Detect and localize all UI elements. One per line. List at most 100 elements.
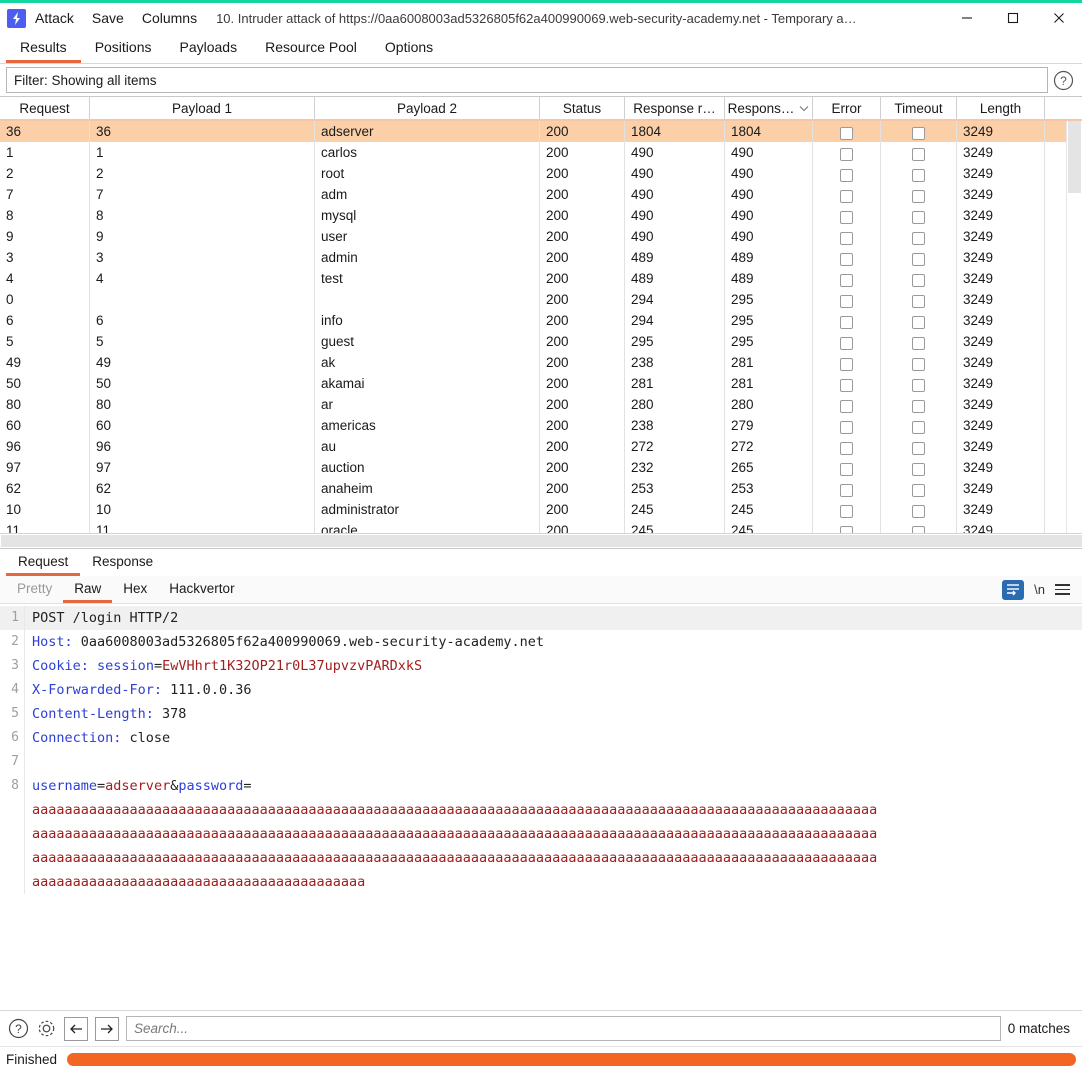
tab-options[interactable]: Options [371,33,447,63]
table-row[interactable]: 4 4 test 200 489 489 3249 [0,268,1082,289]
table-row[interactable]: 5 5 guest 200 295 295 3249 [0,331,1082,352]
password-payload-text[interactable]: aaaaaaaaaaaaaaaaaaaaaaaaaaaaaaaaaaaaaaaa… [25,870,365,894]
timeout-checkbox-icon[interactable] [912,190,925,204]
minimize-icon[interactable] [944,3,990,33]
request-line-content[interactable]: Connection: close [25,726,170,750]
cell-timeout-checkbox[interactable] [881,226,957,247]
timeout-checkbox-icon[interactable] [912,295,925,309]
request-line-content[interactable]: Cookie: session=EwVHhrt1K32OP21r0L37upvz… [25,654,422,678]
cell-error-checkbox[interactable] [813,268,881,289]
menu-columns[interactable]: Columns [133,8,206,28]
table-row[interactable]: 7 7 adm 200 490 490 3249 [0,184,1082,205]
cell-error-checkbox[interactable] [813,247,881,268]
cell-timeout-checkbox[interactable] [881,121,957,142]
error-checkbox-icon[interactable] [840,400,853,414]
timeout-checkbox-icon[interactable] [912,358,925,372]
column-header-status[interactable]: Status [540,97,625,119]
error-checkbox-icon[interactable] [840,190,853,204]
cell-error-checkbox[interactable] [813,415,881,436]
table-row[interactable]: 1 1 carlos 200 490 490 3249 [0,142,1082,163]
timeout-checkbox-icon[interactable] [912,253,925,267]
error-checkbox-icon[interactable] [840,337,853,351]
search-prev-button[interactable] [64,1016,88,1041]
table-row[interactable]: 97 97 auction 200 232 265 3249 [0,457,1082,478]
table-row[interactable]: 49 49 ak 200 238 281 3249 [0,352,1082,373]
cell-error-checkbox[interactable] [813,226,881,247]
cell-timeout-checkbox[interactable] [881,415,957,436]
cell-error-checkbox[interactable] [813,289,881,310]
error-checkbox-icon[interactable] [840,358,853,372]
gear-icon[interactable] [36,1018,57,1039]
cell-error-checkbox[interactable] [813,142,881,163]
cell-timeout-checkbox[interactable] [881,394,957,415]
search-input[interactable] [126,1016,1001,1041]
cell-timeout-checkbox[interactable] [881,331,957,352]
hamburger-menu-icon[interactable] [1055,584,1070,595]
cell-timeout-checkbox[interactable] [881,205,957,226]
timeout-checkbox-icon[interactable] [912,505,925,519]
tab-resource-pool[interactable]: Resource Pool [251,33,371,63]
timeout-checkbox-icon[interactable] [912,211,925,225]
error-checkbox-icon[interactable] [840,295,853,309]
request-line-content[interactable]: Content-Length: 378 [25,702,186,726]
timeout-checkbox-icon[interactable] [912,484,925,498]
password-payload-text[interactable]: aaaaaaaaaaaaaaaaaaaaaaaaaaaaaaaaaaaaaaaa… [25,822,877,846]
request-line-content[interactable]: POST /login HTTP/2 [25,606,178,630]
help-circle-icon[interactable]: ? [8,1018,29,1039]
column-header-response-completed[interactable]: Respons… [725,97,813,119]
column-header-response-received[interactable]: Response r… [625,97,725,119]
cell-timeout-checkbox[interactable] [881,436,957,457]
table-row[interactable]: 2 2 root 200 490 490 3249 [0,163,1082,184]
cell-error-checkbox[interactable] [813,205,881,226]
results-vertical-scrollbar[interactable] [1066,121,1082,533]
table-row[interactable]: 96 96 au 200 272 272 3249 [0,436,1082,457]
table-row[interactable]: 10 10 administrator 200 245 245 3249 [0,499,1082,520]
editor-tab-pretty[interactable]: Pretty [6,576,63,603]
request-line-content[interactable] [25,750,32,774]
error-checkbox-icon[interactable] [840,316,853,330]
column-header-timeout[interactable]: Timeout [881,97,957,119]
error-checkbox-icon[interactable] [840,442,853,456]
request-line-content[interactable]: X-Forwarded-For: 111.0.0.36 [25,678,251,702]
timeout-checkbox-icon[interactable] [912,148,925,162]
tab-results[interactable]: Results [6,33,81,63]
timeout-checkbox-icon[interactable] [912,274,925,288]
error-checkbox-icon[interactable] [840,253,853,267]
tab-payloads[interactable]: Payloads [166,33,252,63]
cell-timeout-checkbox[interactable] [881,142,957,163]
cell-error-checkbox[interactable] [813,331,881,352]
cell-timeout-checkbox[interactable] [881,352,957,373]
error-checkbox-icon[interactable] [840,232,853,246]
timeout-checkbox-icon[interactable] [912,337,925,351]
results-horizontal-scrollbar[interactable] [0,533,1082,548]
timeout-checkbox-icon[interactable] [912,421,925,435]
cell-error-checkbox[interactable] [813,163,881,184]
error-checkbox-icon[interactable] [840,127,853,141]
editor-tab-hackvertor[interactable]: Hackvertor [158,576,245,603]
cell-error-checkbox[interactable] [813,121,881,142]
table-row[interactable]: 9 9 user 200 490 490 3249 [0,226,1082,247]
table-row[interactable]: 3 3 admin 200 489 489 3249 [0,247,1082,268]
error-checkbox-icon[interactable] [840,274,853,288]
error-checkbox-icon[interactable] [840,148,853,162]
column-header-request[interactable]: Request [0,97,90,119]
timeout-checkbox-icon[interactable] [912,379,925,393]
cell-timeout-checkbox[interactable] [881,310,957,331]
error-checkbox-icon[interactable] [840,379,853,393]
cell-error-checkbox[interactable] [813,352,881,373]
timeout-checkbox-icon[interactable] [912,169,925,183]
scrollbar-thumb[interactable] [1068,121,1081,193]
cell-error-checkbox[interactable] [813,478,881,499]
timeout-checkbox-icon[interactable] [912,463,925,477]
cell-error-checkbox[interactable] [813,184,881,205]
timeout-checkbox-icon[interactable] [912,316,925,330]
cell-error-checkbox[interactable] [813,394,881,415]
help-circle-icon[interactable]: ? [1048,70,1078,91]
cell-timeout-checkbox[interactable] [881,499,957,520]
cell-error-checkbox[interactable] [813,373,881,394]
filter-bar[interactable]: Filter: Showing all items [6,67,1048,93]
request-editor[interactable]: 1 POST /login HTTP/2 2 Host: 0aa6008003ad53… [0,604,1082,1010]
newline-toggle[interactable]: \n [1034,582,1045,597]
column-header-payload1[interactable]: Payload 1 [90,97,315,119]
editor-tab-hex[interactable]: Hex [112,576,158,603]
